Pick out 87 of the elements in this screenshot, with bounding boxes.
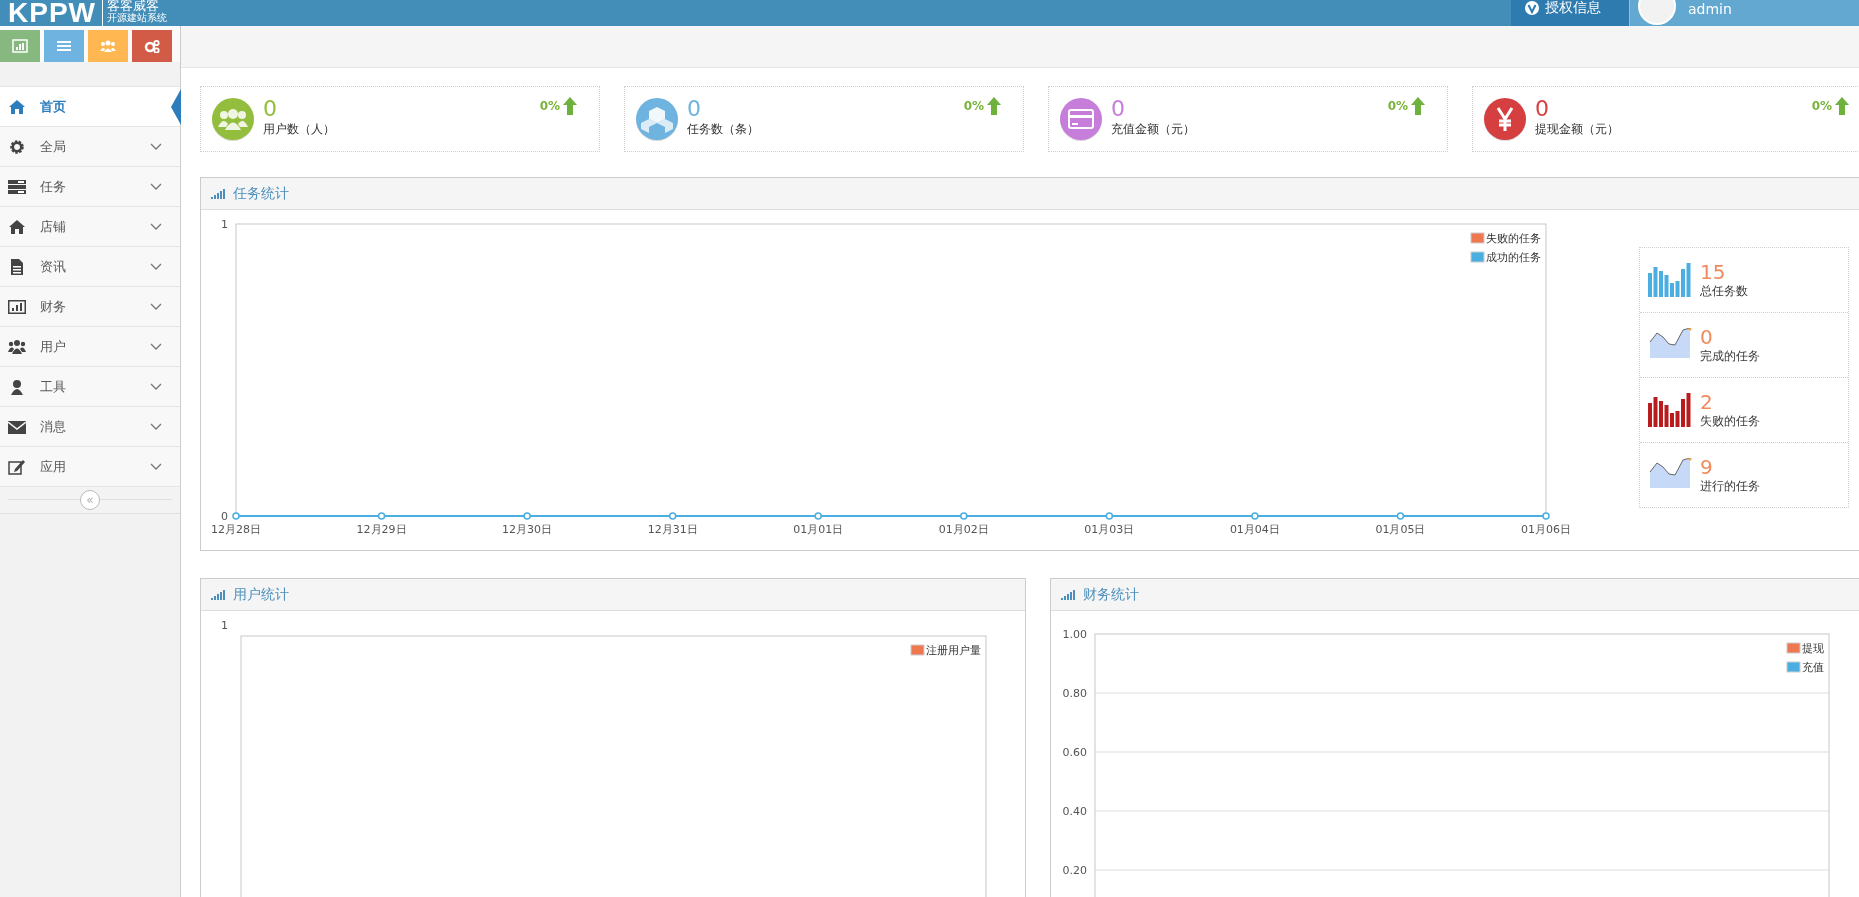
arrow-up-icon (1411, 97, 1425, 115)
summary-label: 进行的任务 (1700, 477, 1760, 495)
menu-label: 应用 (40, 457, 67, 476)
menu-label: 消息 (40, 417, 67, 436)
stat-value: 0 (263, 96, 278, 121)
bar-chart-icon (8, 298, 26, 315)
stat-value: 0 (687, 96, 702, 121)
summary-value: 9 (1700, 455, 1714, 478)
y-tick-label: 1.00 (1062, 628, 1087, 641)
shortcut-button[interactable] (0, 30, 40, 62)
user-icon (8, 378, 26, 395)
y-tick-label: 0.60 (1062, 746, 1087, 759)
home-icon (8, 218, 26, 235)
x-tick-label: 12月29日 (356, 523, 407, 536)
y-tick-label: 0.20 (1062, 864, 1087, 877)
summary-label: 完成的任务 (1700, 347, 1760, 365)
stat-label: 提现金额（元） (1535, 120, 1619, 138)
menu-label: 全局 (40, 137, 67, 156)
menu-label: 用户 (40, 337, 67, 356)
menu-label: 店铺 (40, 217, 67, 236)
license-button[interactable]: 授权信息 (1511, 0, 1629, 26)
gears-icon (144, 39, 160, 53)
x-tick-label: 01月03日 (1084, 523, 1135, 536)
y-tick-label: 0 (221, 510, 228, 523)
arrow-up-icon (987, 97, 1001, 115)
summary-value: 2 (1700, 390, 1714, 413)
summary-label: 失败的任务 (1700, 412, 1760, 430)
stat-label: 用户数（人） (263, 120, 335, 138)
edit-icon (8, 458, 26, 475)
signal-bars-icon (1061, 589, 1075, 600)
summary-value: 0 (1700, 325, 1714, 348)
change-percent: 0% (539, 99, 560, 113)
stat-value: 0 (1111, 96, 1126, 121)
menu-label: 任务 (40, 177, 67, 196)
stat-label: 任务数（条） (687, 120, 759, 138)
menu-label: 工具 (40, 377, 67, 396)
change-percent: 0% (1387, 99, 1408, 113)
x-tick-label: 01月02日 (938, 523, 989, 536)
signal-bars-icon (211, 188, 225, 199)
x-tick-label: 12月31日 (647, 523, 698, 536)
sidebar-menu-item[interactable]: 首页 (0, 87, 180, 127)
panel-title: 用户统计 (233, 585, 289, 604)
stat-label: 充值金额（元） (1111, 120, 1195, 138)
panel-title: 任务统计 (233, 184, 289, 203)
v-badge-icon (1525, 1, 1539, 15)
menu-label: 财务 (40, 297, 67, 316)
legend-label: 注册用户量 (926, 644, 981, 657)
change-percent: 0% (963, 99, 984, 113)
list-icon (56, 39, 72, 53)
legend-label: 充值 (1802, 661, 1824, 674)
document-icon (8, 258, 26, 275)
x-tick-label: 01月01日 (793, 523, 844, 536)
summary-value: 15 (1700, 260, 1727, 283)
y-tick-label: 1 (221, 218, 228, 231)
y-tick-label: 0.40 (1062, 805, 1087, 818)
gear-icon (8, 138, 26, 155)
legend-label: 失败的任务 (1486, 232, 1541, 245)
bar-chart-icon (12, 39, 28, 53)
logo-text: KPPW (8, 0, 96, 26)
shortcut-button[interactable] (88, 30, 128, 62)
shortcut-button[interactable] (132, 30, 172, 62)
arrow-up-icon (1835, 97, 1849, 115)
menu-label: 资讯 (40, 257, 67, 276)
x-tick-label: 12月30日 (502, 523, 553, 536)
server-icon (8, 178, 26, 195)
selection-pointer-icon (171, 89, 181, 125)
users-icon (8, 338, 26, 355)
panel-title: 财务统计 (1083, 585, 1139, 604)
summary-label: 总任务数 (1700, 282, 1748, 300)
stat-value: 0 (1535, 96, 1550, 121)
signal-bars-icon (211, 589, 225, 600)
change-percent: 0% (1811, 99, 1832, 113)
shortcut-button[interactable] (44, 30, 84, 62)
x-tick-label: 01月04日 (1229, 523, 1280, 536)
envelope-icon (8, 418, 26, 435)
arrow-up-icon (563, 97, 577, 115)
home-icon (8, 98, 26, 115)
x-tick-label: 01月06日 (1521, 523, 1571, 536)
menu-label: 首页 (40, 97, 67, 116)
users-icon (100, 39, 116, 53)
x-tick-label: 12月28日 (211, 523, 261, 536)
legend-label: 提现 (1802, 642, 1824, 655)
legend-label: 成功的任务 (1486, 251, 1541, 264)
tagline: 开源建站系统 (107, 12, 167, 24)
x-tick-label: 01月05日 (1375, 523, 1426, 536)
y-tick-label: 0.80 (1062, 687, 1087, 700)
y-tick-label: 1 (221, 619, 228, 632)
